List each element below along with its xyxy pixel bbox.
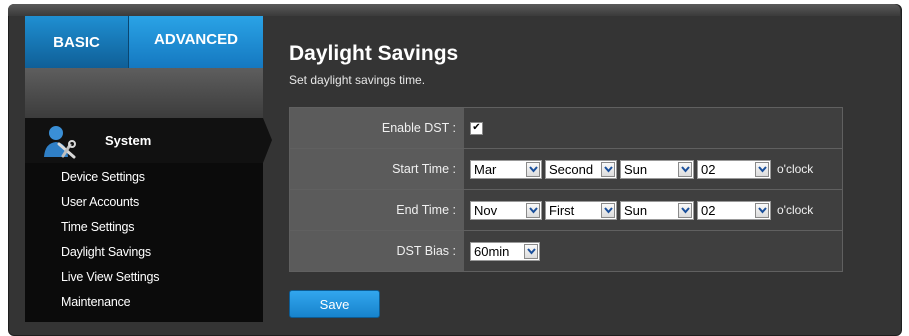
- section-pointer: [263, 118, 272, 163]
- chevron-down-icon: [526, 161, 540, 177]
- mode-tabs: BASIC ADVANCED: [25, 16, 263, 68]
- dst-settings-table: Enable DST : ✔ Start Time : Mar Second S…: [289, 107, 843, 272]
- page-title: Daylight Savings: [289, 42, 459, 65]
- frame-top-bar: [8, 4, 900, 16]
- page-subtitle: Set daylight savings time.: [289, 73, 426, 87]
- save-button[interactable]: Save: [289, 290, 380, 318]
- sidebar: BASIC ADVANCED System Device Settings Us…: [25, 16, 263, 322]
- start-hour-select[interactable]: 02: [697, 159, 771, 179]
- enable-dst-checkbox[interactable]: ✔: [470, 121, 483, 135]
- sidebar-section-system[interactable]: System: [25, 118, 263, 163]
- sidebar-menu: Device Settings User Accounts Time Setti…: [61, 165, 160, 315]
- end-day-select[interactable]: Sun: [620, 200, 694, 220]
- tab-basic[interactable]: BASIC: [25, 16, 129, 68]
- end-month-select[interactable]: Nov: [470, 200, 542, 220]
- chevron-down-icon: [526, 202, 540, 218]
- chevron-down-icon: [601, 161, 615, 177]
- end-hour-select[interactable]: 02: [697, 200, 771, 220]
- chevron-down-icon: [601, 202, 615, 218]
- sidebar-item-device-settings[interactable]: Device Settings: [61, 165, 159, 190]
- sidebar-item-daylight-savings[interactable]: Daylight Savings: [61, 240, 159, 265]
- enable-dst-label: Enable DST :: [290, 108, 464, 148]
- dst-bias-label: DST Bias :: [290, 231, 464, 271]
- tab-band: [25, 68, 263, 118]
- sidebar-item-live-view-settings[interactable]: Live View Settings: [61, 265, 160, 290]
- end-time-label: End Time :: [290, 190, 464, 230]
- sidebar-item-time-settings[interactable]: Time Settings: [61, 215, 159, 240]
- sidebar-item-user-accounts[interactable]: User Accounts: [61, 190, 159, 215]
- row-end-time: End Time : Nov First Sun 02 o'clock: [290, 190, 842, 231]
- tab-advanced[interactable]: ADVANCED: [129, 16, 263, 68]
- chevron-down-icon: [755, 161, 769, 177]
- end-oclock-label: o'clock: [777, 203, 814, 217]
- main-content: Daylight Savings Set daylight savings ti…: [273, 16, 894, 322]
- start-oclock-label: o'clock: [777, 162, 814, 176]
- end-week-select[interactable]: First: [545, 200, 617, 220]
- wrench-user-icon: [41, 123, 79, 159]
- start-month-select[interactable]: Mar: [470, 159, 542, 179]
- chevron-down-icon: [524, 243, 538, 259]
- dst-bias-select[interactable]: 60min: [470, 241, 540, 261]
- chevron-down-icon: [678, 202, 692, 218]
- row-enable-dst: Enable DST : ✔: [290, 108, 842, 149]
- chevron-down-icon: [678, 161, 692, 177]
- row-dst-bias: DST Bias : 60min: [290, 231, 842, 271]
- row-start-time: Start Time : Mar Second Sun 02 o'clock: [290, 149, 842, 190]
- start-week-select[interactable]: Second: [545, 159, 617, 179]
- start-day-select[interactable]: Sun: [620, 159, 694, 179]
- sidebar-section-label: System: [105, 133, 152, 148]
- start-time-label: Start Time :: [290, 149, 464, 189]
- chevron-down-icon: [755, 202, 769, 218]
- sidebar-item-maintenance[interactable]: Maintenance: [61, 290, 159, 315]
